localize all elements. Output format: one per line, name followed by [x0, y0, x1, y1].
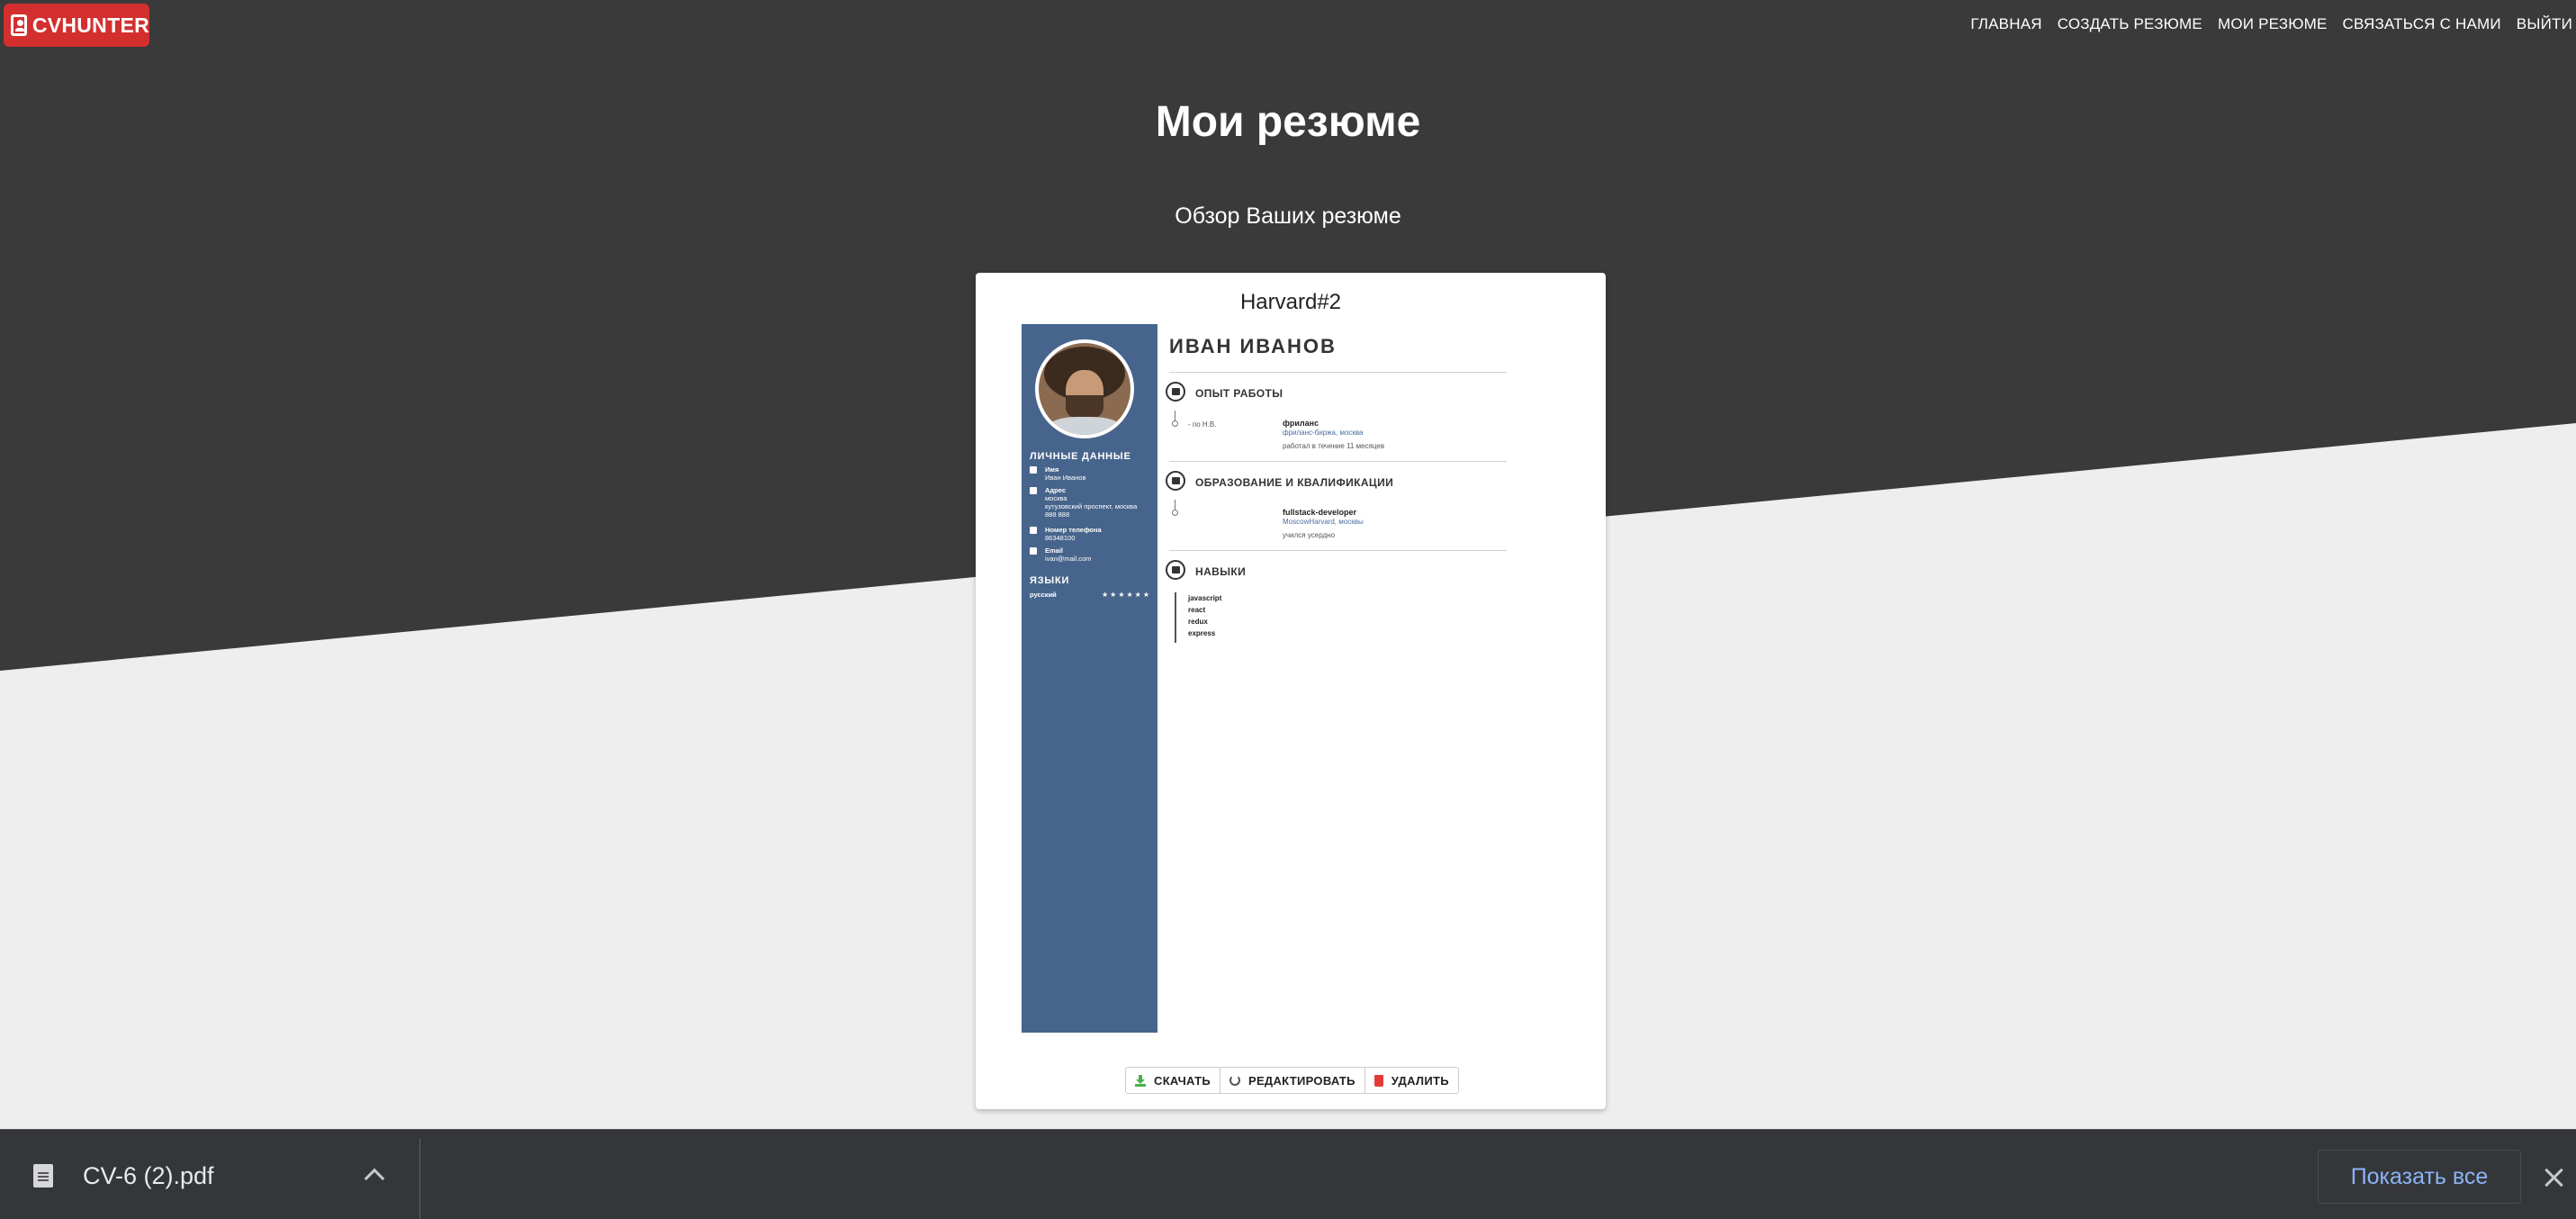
- resume-icon: [11, 14, 27, 36]
- skills-heading: НАВЫКИ: [1195, 565, 1247, 578]
- divider: [1169, 461, 1507, 462]
- page-subtitle: Обзор Ваших резюме: [1175, 203, 1401, 229]
- personal-name-row: Имя Иван Иванов: [1030, 465, 1156, 482]
- language-name: русский: [1030, 591, 1057, 599]
- download-file-name[interactable]: CV-6 (2).pdf: [83, 1162, 214, 1190]
- logo[interactable]: CVHUNTER: [4, 4, 149, 47]
- resume-card-title: Harvard#2: [1239, 290, 1342, 314]
- personal-phone-label: Номер телефона: [1045, 526, 1102, 534]
- phone-icon: [1030, 527, 1037, 534]
- language-stars: ★★★★★★: [1101, 591, 1151, 599]
- skill-item: javascript: [1188, 594, 1222, 602]
- divider: [419, 1139, 420, 1219]
- edit-icon: [1229, 1075, 1240, 1086]
- nav-home[interactable]: ГЛАВНАЯ: [1970, 15, 2041, 33]
- education-heading: ОБРАЗОВАНИЕ И КВАЛИФИКАЦИИ: [1195, 476, 1394, 489]
- logo-text: CVHUNTER: [32, 13, 149, 37]
- personal-address-value: москва кутузовский проспект, москва 888 …: [1045, 494, 1138, 519]
- avatar: [1035, 339, 1134, 438]
- education-title: fullstack-developer: [1283, 508, 1357, 517]
- language-row: русский ★★★★★★: [1030, 591, 1151, 599]
- resume-card: Harvard#2 ЛИЧНЫЕ ДАННЫЕ Имя Иван Иванов А…: [976, 273, 1606, 1109]
- download-bar: CV-6 (2).pdf Показать все: [0, 1129, 2576, 1219]
- personal-email-row: Email ivan@mail.com: [1030, 546, 1156, 563]
- resume-preview[interactable]: ЛИЧНЫЕ ДАННЫЕ Имя Иван Иванов Адрес москва…: [1022, 324, 1508, 1033]
- edit-button[interactable]: РЕДАКТИРОВАТЬ: [1220, 1068, 1365, 1093]
- personal-email-value: ivan@mail.com: [1045, 555, 1092, 563]
- show-all-button[interactable]: Показать все: [2318, 1150, 2521, 1204]
- resume-sidebar: ЛИЧНЫЕ ДАННЫЕ Имя Иван Иванов Адрес москва…: [1022, 324, 1157, 1033]
- chevron-up-icon[interactable]: [364, 1168, 385, 1189]
- person-icon: [1030, 466, 1037, 474]
- nav-my-resumes[interactable]: МОИ РЕЗЮМЕ: [2218, 15, 2328, 33]
- resume-main: ИВАН ИВАНОВ ОПЫТ РАБОТЫ - по Н.В. фрилан…: [1157, 324, 1508, 1033]
- trash-icon: [1374, 1074, 1383, 1087]
- skill-item: express: [1188, 629, 1216, 637]
- skill-item: react: [1188, 606, 1206, 614]
- personal-email-label: Email: [1045, 546, 1064, 555]
- divider: [1169, 550, 1507, 551]
- personal-name-value: Иван Иванов: [1045, 474, 1086, 482]
- education-desc: учился усердно: [1283, 531, 1336, 539]
- resume-name: ИВАН ИВАНОВ: [1169, 335, 1337, 357]
- nav-logout[interactable]: ВЫЙТИ: [2517, 15, 2572, 33]
- resume-actions: СКАЧАТЬ РЕДАКТИРОВАТЬ УДАЛИТЬ: [1125, 1067, 1459, 1094]
- personal-address-row: Адрес москва кутузовский проспект, москва…: [1030, 486, 1156, 519]
- experience-heading: ОПЫТ РАБОТЫ: [1195, 387, 1283, 400]
- brain-icon: [1166, 560, 1185, 580]
- personal-phone-row: Номер телефона 86348100: [1030, 526, 1156, 542]
- delete-button[interactable]: УДАЛИТЬ: [1365, 1068, 1458, 1093]
- edit-label: РЕДАКТИРОВАТЬ: [1247, 1073, 1356, 1088]
- file-icon: [33, 1164, 53, 1187]
- navbar: CVHUNTER ГЛАВНАЯ СОЗДАТЬ РЕЗЮМЕ МОИ РЕЗЮ…: [0, 0, 2576, 49]
- page-title: Мои резюме: [1155, 98, 1421, 146]
- divider: [1169, 372, 1507, 373]
- nav-links: ГЛАВНАЯ СОЗДАТЬ РЕЗЮМЕ МОИ РЕЗЮМЕ СВЯЗАТ…: [1955, 0, 2572, 49]
- personal-heading: ЛИЧНЫЕ ДАННЫЕ: [1030, 451, 1131, 462]
- skills-list: javascript react redux express: [1188, 592, 1221, 639]
- briefcase-icon: [1166, 382, 1185, 402]
- experience-date: - по Н.В.: [1188, 420, 1217, 429]
- email-icon: [1030, 547, 1037, 555]
- skill-item: redux: [1188, 618, 1208, 626]
- personal-phone-value: 86348100: [1045, 534, 1076, 542]
- experience-desc: работал в течение 11 месяцев: [1283, 442, 1385, 450]
- download-icon: [1135, 1074, 1146, 1087]
- download-label: СКАЧАТЬ: [1154, 1073, 1211, 1088]
- nav-contact[interactable]: СВЯЗАТЬСЯ С НАМИ: [2343, 15, 2501, 33]
- experience-title: фриланс: [1283, 419, 1320, 428]
- delete-label: УДАЛИТЬ: [1391, 1073, 1449, 1088]
- home-icon: [1030, 487, 1037, 494]
- download-button[interactable]: СКАЧАТЬ: [1126, 1068, 1220, 1093]
- personal-address-label: Адрес: [1045, 486, 1067, 494]
- timeline-dot: [1172, 420, 1178, 427]
- languages-heading: ЯЗЫКИ: [1030, 575, 1070, 586]
- education-place: MoscowHarvard, москвы: [1283, 518, 1364, 526]
- skills-bar: [1175, 592, 1176, 643]
- graduation-cap-icon: [1166, 471, 1185, 491]
- nav-create-resume[interactable]: СОЗДАТЬ РЕЗЮМЕ: [2058, 15, 2202, 33]
- timeline-dot: [1172, 510, 1178, 516]
- experience-place: фриланс-биржа, москва: [1283, 429, 1364, 437]
- close-icon[interactable]: [2544, 1168, 2563, 1187]
- personal-name-label: Имя: [1045, 465, 1059, 474]
